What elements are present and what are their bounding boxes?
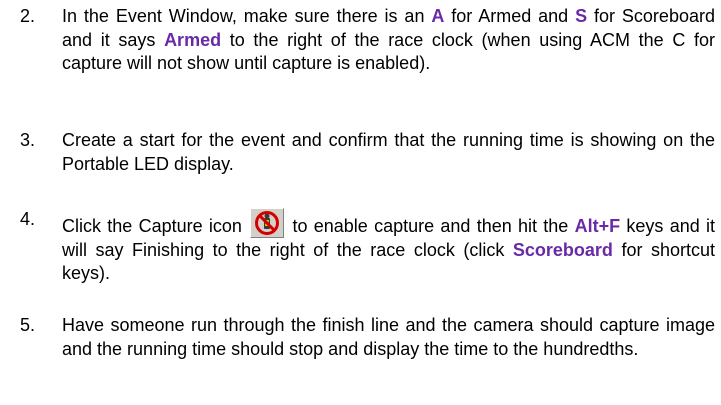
highlight-scoreboard: Scoreboard: [512, 239, 613, 260]
text-segment: Have someone run through the finish line…: [62, 315, 715, 359]
text-segment: In the Event Window, make sure there is …: [62, 6, 432, 26]
capture-disabled-glyph: [255, 211, 280, 235]
highlight-armed-letter: A: [431, 6, 445, 26]
highlight-armed-word: Armed: [164, 29, 222, 50]
step-number: 3.: [20, 130, 36, 150]
step-text: Click the Capture icon to enable capture…: [62, 208, 715, 286]
highlight-scoreboard-letter: S: [575, 6, 588, 26]
step-number: 2.: [20, 6, 36, 26]
step-text: In the Event Window, make sure there is …: [62, 5, 715, 76]
text-segment: Create a start for the event and confirm…: [62, 130, 715, 174]
text-segment: for Armed and: [444, 6, 576, 26]
step-text: Create a start for the event and confirm…: [62, 129, 715, 176]
step-text: Have someone run through the finish line…: [62, 314, 715, 361]
text-segment: Click the Capture icon: [62, 216, 249, 236]
step-number: 5.: [20, 315, 36, 335]
step-number: 4.: [20, 209, 36, 229]
capture-disabled-icon: [250, 208, 285, 238]
document-page: 2. In the Event Window, make sure there …: [0, 0, 721, 405]
text-segment: to enable capture and then hit the: [286, 216, 575, 236]
highlight-alt-f: Alt+F: [574, 216, 621, 236]
